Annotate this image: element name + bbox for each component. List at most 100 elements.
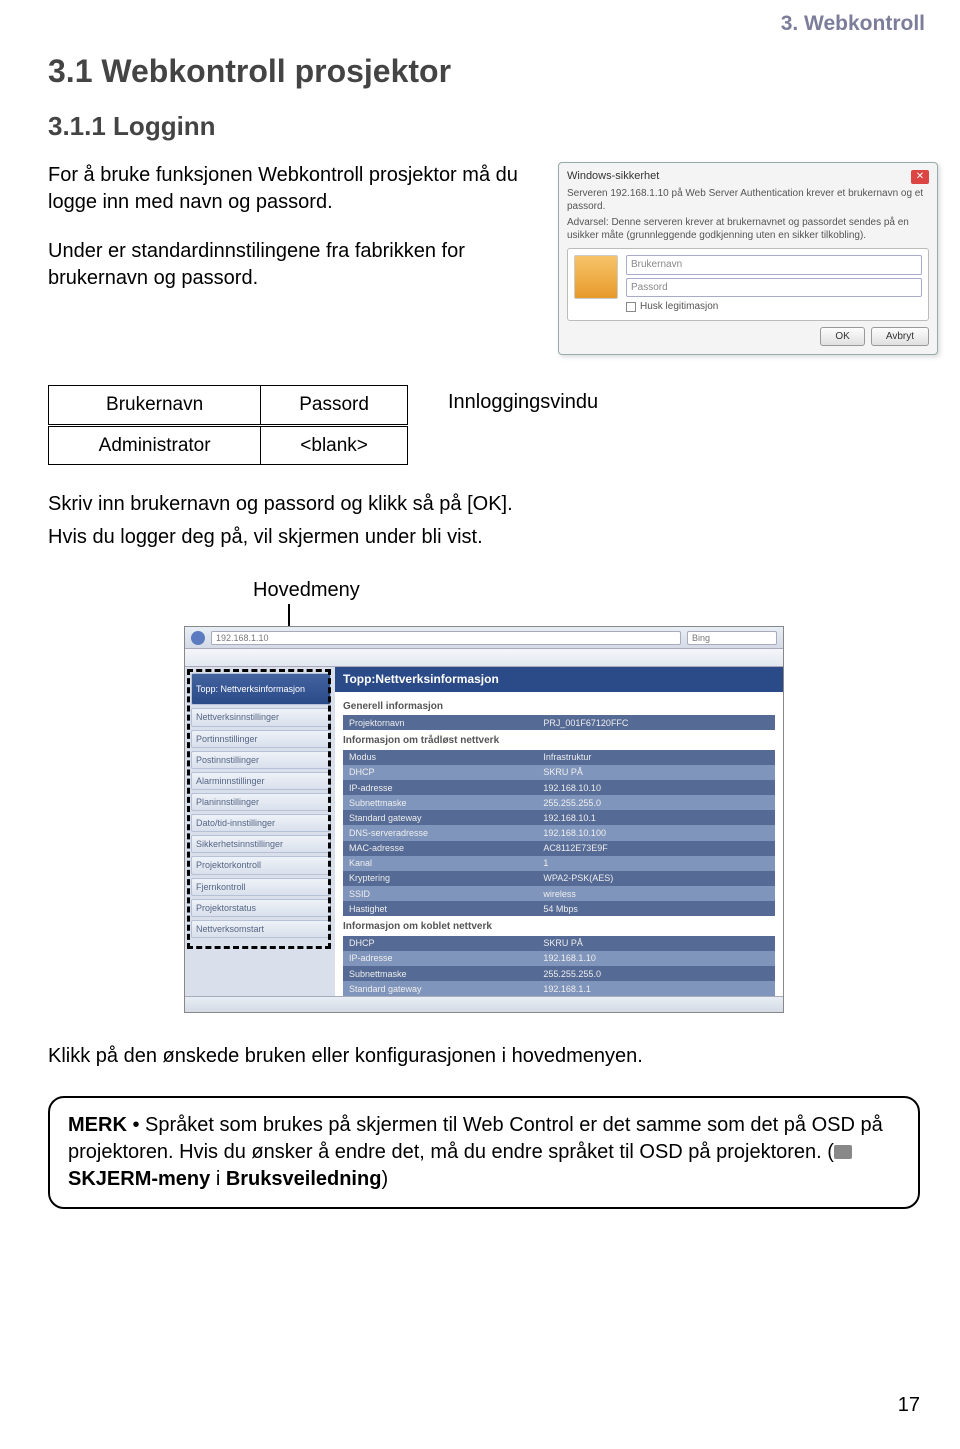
note-ref-2: Bruksveiledning [226, 1168, 382, 1190]
cell-value: 192.168.10.100 [537, 825, 775, 840]
section-general-info: Generell informasjon [343, 696, 775, 716]
cell-value: Infrastruktur [537, 750, 775, 765]
section-wired-info: Informasjon om koblet nettverk [343, 916, 775, 936]
cell-value: 255.255.255.0 [537, 795, 775, 810]
table-header-user: Brukernavn [49, 386, 261, 426]
cell-value: 255.255.255.0 [537, 966, 775, 981]
section-wireless-info: Informasjon om trådløst nettverk [343, 730, 775, 750]
wired-info-table: DHCPSKRU PÅIP-adresse192.168.1.10Subnett… [343, 936, 775, 997]
login-dialog: Windows-sikkerhet ✕ Serveren 192.168.1.1… [558, 162, 938, 355]
sidebar-item-top[interactable]: Topp: Nettverksinformasjon [191, 673, 331, 705]
cell-value: SKRU PÅ [537, 765, 775, 780]
cell-value: 192.168.10.10 [537, 780, 775, 795]
pointer-line [288, 604, 290, 626]
cell-user: Administrator [49, 425, 261, 465]
cell-key: Standard gateway [343, 810, 537, 825]
cell-value: 1 [537, 856, 775, 871]
sidebar-item[interactable]: Planinnstillinger [191, 793, 331, 811]
subsection-title: 3.1.1 Logginn [48, 109, 920, 144]
post-paragraph: Klikk på den ønskede bruken eller konfig… [48, 1043, 920, 1070]
sidebar-item[interactable]: Projektorstatus [191, 899, 331, 917]
book-icon [834, 1145, 852, 1159]
cell-key: SSID [343, 886, 537, 901]
sidebar-item[interactable]: Postinnstillinger [191, 751, 331, 769]
login-window-caption: Innloggingsvindu [448, 385, 598, 416]
cell-key: Modus [343, 750, 537, 765]
hovedmeny-label: Hovedmeny [253, 577, 920, 604]
cell-key: Subnettmaske [343, 966, 537, 981]
cell-key: IP-adresse [343, 951, 537, 966]
intro-paragraph-2: Under er standardinnstilingene fra fabri… [48, 238, 538, 292]
close-icon[interactable]: ✕ [911, 170, 929, 184]
table-row: DHCPSKRU PÅ [343, 936, 775, 951]
table-row: KrypteringWPA2-PSK(AES) [343, 871, 775, 886]
note-text-1: • Språket som brukes på skjermen til Web… [68, 1114, 883, 1163]
sidebar-item[interactable]: Portinnstillinger [191, 730, 331, 748]
cell-value: wireless [537, 886, 775, 901]
intro-paragraph-1: For å bruke funksjonen Webkontroll prosj… [48, 162, 538, 216]
cell-value: PRJ_001F67120FFC [537, 715, 775, 730]
table-row: Subnettmaske255.255.255.0 [343, 795, 775, 810]
cell-key: DHCP [343, 765, 537, 780]
dialog-message-2: Advarsel: Denne serveren krever at bruke… [567, 217, 929, 242]
browser-statusbar [185, 996, 783, 1012]
cell-value: AC8112E73E9F [537, 841, 775, 856]
breadcrumb: 3. Webkontroll [781, 10, 925, 38]
table-row: DHCPSKRU PÅ [343, 765, 775, 780]
cell-key: Kryptering [343, 871, 537, 886]
table-row: Administrator <blank> [49, 425, 408, 465]
table-row: IP-adresse192.168.10.10 [343, 780, 775, 795]
cell-value: 192.168.1.10 [537, 951, 775, 966]
remember-label: Husk legitimasjon [640, 300, 718, 314]
body-paragraph-1: Skriv inn brukernavn og passord og klikk… [48, 491, 920, 518]
cell-value: 54 Mbps [537, 901, 775, 916]
cell-value: WPA2-PSK(AES) [537, 871, 775, 886]
cell-value: 192.168.10.1 [537, 810, 775, 825]
back-icon[interactable] [191, 631, 205, 645]
table-row: SSIDwireless [343, 886, 775, 901]
table-row: Standard gateway192.168.1.1 [343, 981, 775, 996]
cell-key: Hastighet [343, 901, 537, 916]
body-paragraph-2: Hvis du logger deg på, vil skjermen unde… [48, 524, 920, 551]
sidebar-item[interactable]: Projektorkontroll [191, 856, 331, 874]
note-lead: MERK [68, 1114, 127, 1136]
table-row: Standard gateway192.168.10.1 [343, 810, 775, 825]
ok-button[interactable]: OK [820, 327, 864, 347]
cell-key: MAC-adresse [343, 841, 537, 856]
search-box[interactable]: Bing [687, 631, 777, 645]
table-row: Kanal1 [343, 856, 775, 871]
cancel-button[interactable]: Avbryt [871, 327, 929, 347]
table-row: IP-adresse192.168.1.10 [343, 951, 775, 966]
cell-key: Subnettmaske [343, 795, 537, 810]
credentials-table: Brukernavn Passord Administrator <blank> [48, 385, 408, 465]
sidebar-item[interactable]: Alarminnstillinger [191, 772, 331, 790]
remember-checkbox[interactable] [626, 302, 636, 312]
cell-key: IP-adresse [343, 780, 537, 795]
sidebar-item[interactable]: Sikkerhetsinnstillinger [191, 835, 331, 853]
username-input[interactable]: Brukernavn [626, 255, 922, 275]
note-text-2: i [210, 1168, 226, 1190]
note-ref-1: SKJERM-meny [68, 1168, 210, 1190]
note-box: MERK • Språket som brukes på skjermen ti… [48, 1096, 920, 1209]
page-number: 17 [898, 1392, 920, 1419]
password-input[interactable]: Passord [626, 278, 922, 298]
table-row: ProjektornavnPRJ_001F67120FFC [343, 715, 775, 730]
cell-value: 192.168.1.1 [537, 981, 775, 996]
address-bar[interactable]: 192.168.1.10 [211, 631, 681, 645]
cell-value: SKRU PÅ [537, 936, 775, 951]
table-row: ModusInfrastruktur [343, 750, 775, 765]
cell-key: Kanal [343, 856, 537, 871]
general-info-table: ProjektornavnPRJ_001F67120FFC [343, 715, 775, 730]
user-icon [574, 255, 618, 299]
table-row: Subnettmaske255.255.255.0 [343, 966, 775, 981]
sidebar-item[interactable]: Dato/tid-innstillinger [191, 814, 331, 832]
table-row: MAC-adresseAC8112E73E9F [343, 841, 775, 856]
sidebar-item[interactable]: Nettverksinnstillinger [191, 708, 331, 726]
table-header-pass: Passord [261, 386, 408, 426]
cell-key: Standard gateway [343, 981, 537, 996]
section-title: 3.1 Webkontroll prosjektor [48, 50, 920, 93]
sidebar-item[interactable]: Fjernkontroll [191, 878, 331, 896]
page-banner: Topp:Nettverksinformasjon [335, 667, 783, 691]
cell-key: DHCP [343, 936, 537, 951]
sidebar-item[interactable]: Nettverksomstart [191, 920, 331, 938]
